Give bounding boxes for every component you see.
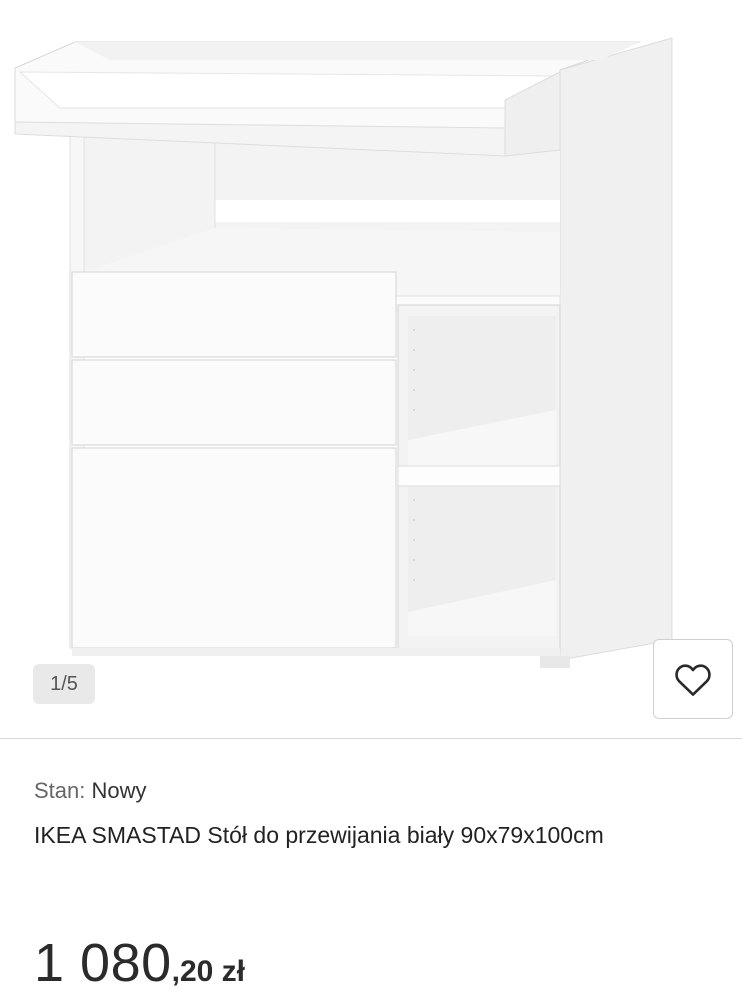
image-gallery[interactable]: 1/5 xyxy=(0,0,742,738)
price-integer: 1 080 xyxy=(34,933,172,993)
favorite-button[interactable] xyxy=(653,639,733,719)
condition-label: Stan: xyxy=(34,778,86,803)
price-decimal: ,20 zł xyxy=(171,955,246,988)
heart-icon xyxy=(675,664,711,696)
price: 1 080,20 zł xyxy=(34,928,245,998)
condition-value: Nowy xyxy=(91,778,147,803)
image-counter: 1/5 xyxy=(33,664,95,704)
condition-row: Stan: Nowy xyxy=(34,777,147,805)
divider xyxy=(0,738,742,739)
listing-title: IKEA SMASTAD Stół do przewijania biały 9… xyxy=(34,822,604,848)
product-image xyxy=(14,37,673,668)
